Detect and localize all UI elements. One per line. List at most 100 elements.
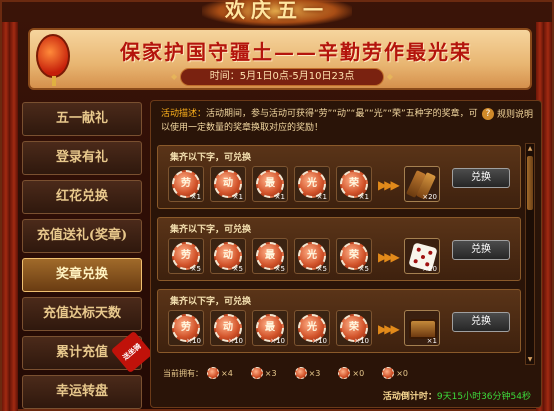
exchange-row: 集齐以下字，可兑换 劳 ×1 动 ×1 最 ×1 光 ×1 荣 ×1 ▶▶▶ ×20 兑换 (157, 145, 521, 209)
row-title: 集齐以下字，可兑换 (170, 153, 252, 163)
mount-gift-badge: 送坐骑 (110, 330, 154, 374)
owned-item: ×3 (250, 367, 277, 379)
medal-slot: 光 ×1 (294, 166, 330, 202)
reward-count: ×20 (422, 265, 437, 273)
medal-slot: 光 ×10 (294, 310, 330, 346)
countdown-label: 活动倒计时： (382, 392, 437, 402)
question-icon: ? (481, 107, 494, 120)
medal-slot: 荣 ×5 (336, 238, 372, 274)
medal-count: ×10 (270, 337, 285, 345)
sidebar-item-label: 红花兑换 (55, 189, 108, 204)
description-text: 活动期间，参与活动可获得“劳”“动”“最”“光”“荣”五种字的奖章，可以使用一定… (161, 109, 478, 133)
medal-count: ×1 (316, 193, 327, 201)
reward-count: ×1 (426, 337, 437, 345)
medal-count: ×1 (190, 193, 201, 201)
medal-count: ×1 (358, 193, 369, 201)
sidebar-item-labor-day-gift[interactable]: 五一献礼 (22, 102, 142, 136)
dice-icon[interactable]: ×20 (404, 238, 440, 274)
medal-slot: 劳 ×5 (168, 238, 204, 274)
event-logo: 欢庆五一 (202, 0, 352, 26)
sidebar-item-label: 登录有礼 (55, 150, 108, 165)
medal-count: ×5 (232, 265, 243, 273)
sidebar-item-label: 五一献礼 (55, 111, 108, 126)
owned-count: ×4 (221, 368, 233, 378)
medal-count: ×5 (316, 265, 327, 273)
medal-slot: 动 ×1 (210, 166, 246, 202)
medal-count: ×1 (274, 193, 285, 201)
arrow-right-icon: ▶▶▶ (378, 178, 400, 192)
medal-count: ×10 (186, 337, 201, 345)
sidebar-item-medal-exchange[interactable]: 奖章兑换 (22, 258, 142, 292)
medal-icon (338, 367, 351, 379)
left-curtain (2, 22, 18, 411)
countdown: 活动倒计时：9天15小时36分钟54秒 (383, 389, 531, 402)
redeem-button[interactable]: 兑换 (452, 240, 510, 260)
sidebar-item-label: 充值送礼(奖章) (36, 228, 128, 243)
medal-slot: 荣 ×1 (336, 166, 372, 202)
medal-list: 劳 ×1 动 ×1 最 ×1 光 ×1 荣 ×1 (168, 166, 372, 202)
activity-window: 欢庆五一 保家护国守疆土——辛勤劳作最光荣 时间：5月1日0点-5月10日23点… (0, 0, 554, 411)
medal-icon (294, 367, 307, 379)
sidebar-item-flower-exchange[interactable]: 红花兑换 (22, 180, 142, 214)
activity-description: 活动描述：活动期间，参与活动可获得“劳”“动”“最”“光”“荣”五种字的奖章，可… (161, 107, 481, 135)
reward-count: ×20 (422, 193, 437, 201)
medal-slot: 动 ×5 (210, 238, 246, 274)
sidebar-item-recharge-gift[interactable]: 充值送礼(奖章) (22, 219, 142, 253)
row-title: 集齐以下字，可兑换 (170, 297, 252, 307)
medal-count: ×5 (190, 265, 201, 273)
owned-item: ×3 (294, 367, 321, 379)
exchange-panel: 活动描述：活动期间，参与活动可获得“劳”“动”“最”“光”“荣”五种字的奖章，可… (150, 100, 542, 408)
owned-item: ×0 (382, 367, 408, 379)
event-time: 时间：5月1日0点-5月10日23点 (171, 68, 393, 86)
rule-link-label: 规则说明 (496, 110, 533, 120)
event-banner: 保家护国守疆土——辛勤劳作最光荣 时间：5月1日0点-5月10日23点 (28, 28, 532, 90)
medal-count: ×10 (312, 337, 327, 345)
exchange-row: 集齐以下字，可兑换 劳 ×5 动 ×5 最 ×5 光 ×5 荣 ×5 ▶▶▶ ×20 兑换 (157, 217, 521, 281)
scroll-bundle-icon[interactable]: ×20 (404, 166, 440, 202)
owned-count: ×3 (308, 368, 321, 378)
scroll-thumb[interactable] (527, 156, 533, 210)
sidebar-item-recharge-days[interactable]: 充值达标天数 (22, 297, 142, 331)
scroll-down-icon[interactable]: ▼ (526, 355, 534, 364)
scrollbar[interactable]: ▲ ▼ (525, 143, 535, 365)
sidebar-item-login-reward[interactable]: 登录有礼 (22, 141, 142, 175)
owned-item: ×0 (338, 367, 364, 379)
medal-count: ×5 (358, 265, 369, 273)
redeem-button[interactable]: 兑换 (452, 168, 510, 188)
medal-slot: 荣 ×10 (336, 310, 372, 346)
scroll-up-icon[interactable]: ▲ (526, 144, 534, 153)
lantern-icon (36, 34, 70, 86)
sidebar-item-label: 幸运转盘 (55, 384, 108, 399)
banner-slogan: 保家护国守疆土——辛勤劳作最光荣 (120, 40, 472, 64)
medal-slot: 劳 ×1 (168, 166, 204, 202)
treasure-chest-icon[interactable]: ×1 (404, 310, 440, 346)
owned-medals: 当前拥有： ×4 ×3 ×3 ×0 ×0 (163, 367, 422, 379)
sidebar-item-label: 累计充值 (55, 345, 108, 360)
medal-slot: 光 ×5 (294, 238, 330, 274)
medal-count: ×10 (354, 337, 369, 345)
medal-icon (250, 367, 263, 379)
countdown-value: 9天15小时36分钟54秒 (436, 392, 531, 402)
medal-list: 劳 ×10 动 ×10 最 ×10 光 ×10 荣 ×10 (168, 310, 372, 346)
medal-slot: 最 ×1 (252, 166, 288, 202)
sidebar-item-lucky-wheel[interactable]: 幸运转盘 (22, 375, 142, 409)
owned-label: 当前拥有： (163, 368, 203, 378)
medal-icon (382, 367, 395, 379)
medal-count: ×1 (232, 193, 243, 201)
owned-count: ×0 (352, 368, 365, 378)
owned-item: ×4 (207, 367, 233, 379)
sidebar-item-label: 奖章兑换 (55, 267, 108, 282)
rule-link[interactable]: ? 规则说明 (481, 107, 533, 120)
exchange-row: 集齐以下字，可兑换 劳 ×10 动 ×10 最 ×10 光 ×10 荣 ×10 ▶▶▶ ×… (157, 289, 521, 353)
owned-count: ×0 (396, 368, 408, 378)
medal-icon (207, 367, 219, 379)
arrow-right-icon: ▶▶▶ (378, 322, 400, 336)
medal-count: ×5 (274, 265, 285, 273)
medal-list: 劳 ×5 动 ×5 最 ×5 光 ×5 荣 ×5 (168, 238, 372, 274)
sidebar-item-label: 充值达标天数 (42, 306, 121, 321)
sidebar-menu: 五一献礼 登录有礼 红花兑换 充值送礼(奖章) 奖章兑换 充值达标天数 累计充值… (18, 102, 154, 409)
medal-slot: 最 ×5 (252, 238, 288, 274)
redeem-button[interactable]: 兑换 (452, 312, 510, 332)
description-prefix: 活动描述： (161, 109, 207, 119)
sidebar-item-cumulative-recharge[interactable]: 累计充值 送坐骑 (22, 330, 154, 374)
